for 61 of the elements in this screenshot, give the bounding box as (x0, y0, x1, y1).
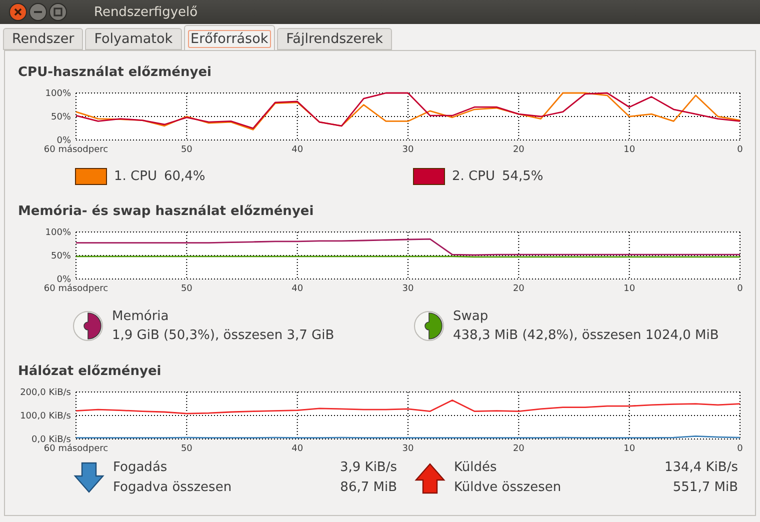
x-axis-label: 20 (512, 145, 524, 155)
memory-label: Swap (453, 309, 490, 324)
y-axis-label: 0% (56, 136, 71, 146)
cpu-label: 2. CPU (452, 169, 495, 184)
y-axis-label: 0% (56, 275, 71, 285)
x-axis-label: 50 (180, 444, 192, 454)
x-axis-label: 40 (292, 284, 304, 294)
network-label: Fogadva összesen (113, 480, 233, 495)
close-icon[interactable] (9, 3, 27, 21)
section-heading: Memória- és swap használat előzményei (18, 204, 315, 221)
x-axis-label: 0 (737, 284, 743, 294)
y-axis-label: 50% (50, 112, 71, 122)
window-title: Rendszerfigyelő (94, 4, 198, 20)
x-axis-label: 0 (737, 145, 743, 155)
x-axis-label: 60 másodperc (44, 284, 108, 294)
x-axis-label: 50 (180, 284, 192, 294)
x-axis-label: 10 (624, 444, 636, 454)
cpu-percentage: 60,4% (164, 169, 206, 184)
cpu-label: 1. CPU (114, 169, 157, 184)
network-label: Küldve összesen (454, 480, 562, 495)
memory-label: Memória (112, 309, 170, 324)
network-value: 134,4 KiB/s (663, 460, 738, 475)
x-axis-label: 30 (402, 145, 414, 155)
section-heading: CPU-használat előzményei (18, 65, 212, 82)
section-heading: Hálózat előzményei (18, 364, 162, 381)
up-arrow-icon (414, 460, 446, 494)
tab[interactable]: Folyamatok (85, 28, 182, 50)
network-value: 551,7 MiB (672, 480, 738, 495)
x-axis-label: 30 (402, 284, 414, 294)
maximize-icon[interactable] (49, 3, 67, 21)
cpu-percentage: 54,5% (502, 169, 544, 184)
x-axis-label: 60 másodperc (44, 444, 108, 454)
y-axis-label: 0,0 KiB/s (32, 435, 71, 445)
x-axis-label: 30 (402, 444, 414, 454)
tab[interactable]: Erőforrások (184, 25, 276, 51)
tab[interactable]: Rendszer (3, 28, 84, 50)
y-axis-label: 100% (45, 228, 71, 238)
network-value: 3,9 KiB/s (338, 460, 397, 475)
cpu-color-swatch[interactable] (413, 168, 445, 185)
x-axis-label: 0 (737, 444, 743, 454)
y-axis-label: 200,0 KiB/s (20, 388, 71, 398)
x-axis-label: 10 (624, 284, 636, 294)
y-axis-label: 100,0 KiB/s (20, 412, 71, 422)
minimize-icon[interactable] (29, 3, 47, 21)
x-axis-label: 50 (180, 145, 192, 155)
x-axis-label: 20 (512, 284, 524, 294)
y-axis-label: 100% (45, 89, 71, 99)
cpu-color-swatch[interactable] (75, 168, 107, 185)
down-arrow-icon (73, 460, 105, 494)
network-value: 86,7 MiB (339, 480, 397, 495)
x-axis-label: 40 (292, 145, 304, 155)
tab[interactable]: Fájlrendszerek (277, 28, 392, 50)
network-label: Küldés (454, 460, 498, 475)
memory-detail: 438,3 MiB (42,8%), összesen 1024,0 MiB (453, 328, 719, 343)
x-axis-label: 20 (512, 444, 524, 454)
x-axis-label: 10 (624, 145, 636, 155)
y-axis-label: 50% (50, 252, 71, 262)
x-axis-label: 60 másodperc (44, 145, 108, 155)
x-axis-label: 40 (292, 444, 304, 454)
network-label: Fogadás (113, 460, 168, 475)
memory-detail: 1,9 GiB (50,3%), összesen 3,7 GiB (112, 328, 334, 343)
